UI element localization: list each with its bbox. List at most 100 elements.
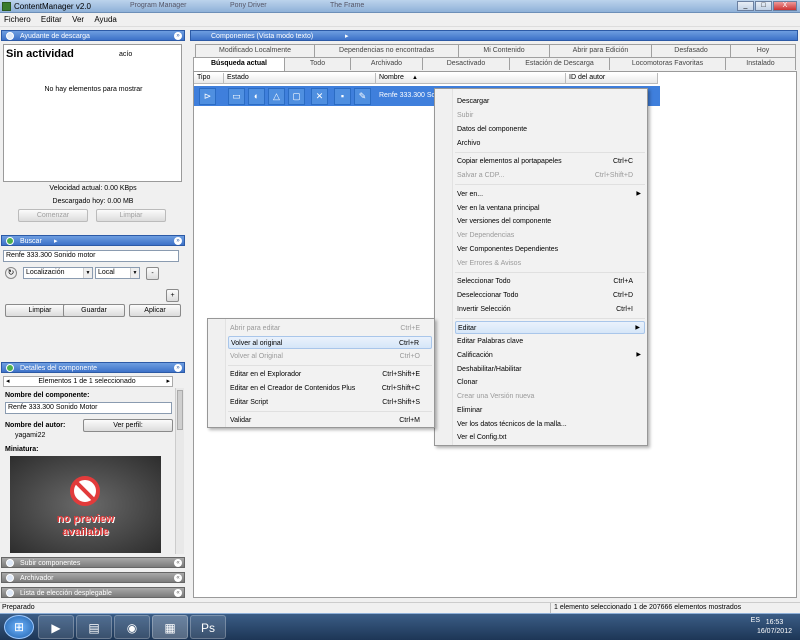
archive-panel-header[interactable]: Archivador « xyxy=(1,572,185,583)
close-button[interactable]: X xyxy=(773,1,797,11)
collapse-icon[interactable]: » xyxy=(174,237,182,245)
column-type[interactable]: Tipo xyxy=(194,73,224,84)
menu-item-view-deps[interactable]: Ver Dependencias xyxy=(455,229,645,242)
refresh-icon[interactable]: ↻ xyxy=(5,267,17,279)
expand-icon[interactable]: « xyxy=(174,574,182,582)
add-filter-button[interactable]: + xyxy=(166,289,179,302)
expand-icon[interactable]: ▸ xyxy=(54,236,58,247)
save-search-button[interactable]: Guardar xyxy=(63,304,125,317)
expand-icon[interactable]: « xyxy=(174,559,182,567)
menu-editar[interactable]: Editar xyxy=(37,13,66,26)
menu-item-label: Editar Palabras clave xyxy=(457,338,524,345)
menu-item-view-main[interactable]: Ver en la ventana principal xyxy=(455,202,645,215)
maximize-button[interactable]: □ xyxy=(755,1,772,11)
submenu-item-validate[interactable]: Validar Ctrl+M xyxy=(228,414,432,427)
menu-item-view-versions[interactable]: Ver versiones del componente xyxy=(455,215,645,228)
menu-item-edit[interactable]: Editar ▶ xyxy=(455,321,645,334)
tab-download-station[interactable]: Estación de Descarga xyxy=(509,57,610,70)
apply-button[interactable]: Aplicar xyxy=(129,304,181,317)
folder-icon[interactable]: ▤ xyxy=(76,615,112,639)
picklist-panel-header[interactable]: Lista de elección desplegable « xyxy=(1,587,185,598)
menu-ver[interactable]: Ver xyxy=(68,13,88,26)
train-app-icon[interactable]: ▦ xyxy=(152,615,188,639)
tab-all[interactable]: Todo xyxy=(284,57,351,70)
chrome-icon[interactable]: ◉ xyxy=(114,615,150,639)
details-panel-header[interactable]: Detalles del componente » xyxy=(1,362,185,373)
component-name-field[interactable]: Renfe 333.300 Sonido Motor xyxy=(5,402,172,414)
download-list[interactable]: Sin actividad acío No hay elementos para… xyxy=(3,44,182,182)
menu-item-view-errors[interactable]: Ver Errores & Avisos xyxy=(455,257,645,270)
next-icon[interactable]: ▸ xyxy=(166,377,170,385)
details-icon xyxy=(6,364,14,372)
tab-modified-locally[interactable]: Modificado Localmente xyxy=(195,44,315,57)
submenu-item-content-creator[interactable]: Editar en el Creador de Contenidos Plus C… xyxy=(228,382,432,395)
tab-open-for-edit[interactable]: Abrir para Edición xyxy=(549,44,652,57)
menu-item-edit-keywords[interactable]: Editar Palabras clave xyxy=(455,335,645,348)
column-author-id[interactable]: ID del autor xyxy=(566,73,658,84)
menu-item-archive[interactable]: Archivo xyxy=(455,137,645,150)
submenu-item-script[interactable]: Editar Script Ctrl+Shift+S xyxy=(228,396,432,409)
download-panel-header[interactable]: Ayudante de descarga » xyxy=(1,30,185,41)
scrollbar-thumb[interactable] xyxy=(177,390,183,430)
remove-filter-button[interactable]: - xyxy=(146,267,159,280)
menu-item-download[interactable]: Descargar xyxy=(455,95,645,108)
minimize-button[interactable]: _ xyxy=(737,1,754,11)
clock[interactable]: 16:53 16/07/2012 xyxy=(757,618,792,636)
tab-installed[interactable]: Instalado xyxy=(725,57,796,70)
submenu-item-revert[interactable]: Volver al original Ctrl+R xyxy=(228,336,432,349)
tab-missing-deps[interactable]: Dependencias no encontradas xyxy=(314,44,459,57)
search-panel-header[interactable]: Buscar ▸ » xyxy=(1,235,185,246)
scope-select[interactable]: Local ▼ xyxy=(95,267,140,279)
menu-item-toggle-enable[interactable]: Deshabilitar/Habilitar xyxy=(455,363,645,376)
collapse-icon[interactable]: » xyxy=(174,32,182,40)
menu-item-deselect-all[interactable]: Deseleccionar Todo Ctrl+D xyxy=(455,289,645,302)
menu-item-view-dependents[interactable]: Ver Componentes Dependientes xyxy=(455,243,645,256)
tab-disabled[interactable]: Desactivado xyxy=(422,57,510,70)
submenu-arrow-icon: ▶ xyxy=(636,352,641,358)
menu-item-save-cdp[interactable]: Salvar a CDP... Ctrl+Shift+D xyxy=(455,169,645,182)
view-mode-icon[interactable]: ▸ xyxy=(345,31,349,42)
column-name[interactable]: Nombre ▲ xyxy=(376,73,566,84)
upload-panel-header[interactable]: Subir componentes « xyxy=(1,557,185,568)
menu-ayuda[interactable]: Ayuda xyxy=(90,13,121,26)
search-input[interactable]: Renfe 333.300 Sonido motor xyxy=(3,250,179,262)
menu-item-new-version[interactable]: Crear una Versión nueva xyxy=(455,390,645,403)
tab-my-content[interactable]: Mi Contenido xyxy=(458,44,550,57)
start-button[interactable]: ⊞ xyxy=(4,615,34,639)
menu-item-rating[interactable]: Calificación ▶ xyxy=(455,349,645,362)
menu-item-copy[interactable]: Copiar elementos al portapapeles Ctrl+C xyxy=(455,155,645,168)
details-scrollbar[interactable] xyxy=(175,388,184,554)
submenu-item-open-edit[interactable]: Abrir para editar Ctrl+E xyxy=(228,322,432,335)
submenu-item-explorer[interactable]: Editar en el Explorador Ctrl+Shift+E xyxy=(228,368,432,381)
menu-bar: Fichero Editar Ver Ayuda xyxy=(0,13,800,27)
column-status[interactable]: Estado xyxy=(224,73,376,84)
menu-item-upload[interactable]: Subir xyxy=(455,109,645,122)
tab-favorite-locos[interactable]: Locomotoras Favoritas xyxy=(609,57,726,70)
menu-fichero[interactable]: Fichero xyxy=(0,13,35,26)
location-select[interactable]: Localización ▼ xyxy=(23,267,93,279)
archive-icon xyxy=(6,574,14,582)
menu-item-mesh-data[interactable]: Ver los datos técnicos de la malla... xyxy=(455,418,645,431)
start-button[interactable]: Comenzar xyxy=(18,209,88,222)
tab-archived[interactable]: Archivado xyxy=(350,57,423,70)
column-name-label: Nombre xyxy=(379,74,404,81)
menu-item-config[interactable]: Ver el Config.txt xyxy=(455,431,645,444)
menu-item-select-all[interactable]: Seleccionar Todo Ctrl+A xyxy=(455,275,645,288)
menu-item-clone[interactable]: Clonar xyxy=(455,376,645,389)
tab-outdated[interactable]: Desfasado xyxy=(651,44,731,57)
view-profile-button[interactable]: Ver perfil: xyxy=(83,419,173,432)
scope-label: Local xyxy=(98,269,115,276)
menu-item-shortcut: Ctrl+I xyxy=(616,306,633,313)
media-player-icon[interactable]: ▶ xyxy=(38,615,74,639)
menu-item-invert[interactable]: Invertir Selección Ctrl+I xyxy=(455,303,645,316)
menu-item-component-data[interactable]: Datos del componente xyxy=(455,123,645,136)
tab-current-search[interactable]: Búsqueda actual xyxy=(193,57,285,71)
collapse-icon[interactable]: » xyxy=(174,364,182,372)
photoshop-icon[interactable]: Ps xyxy=(190,615,226,639)
menu-item-delete[interactable]: Eliminar xyxy=(455,404,645,417)
expand-icon[interactable]: « xyxy=(174,589,182,597)
clear-download-button[interactable]: Limpiar xyxy=(96,209,166,222)
submenu-item-revert-original[interactable]: Volver al Original Ctrl+O xyxy=(228,350,432,363)
menu-item-view-in[interactable]: Ver en... ▶ xyxy=(455,188,645,201)
tab-today[interactable]: Hoy xyxy=(730,44,796,57)
